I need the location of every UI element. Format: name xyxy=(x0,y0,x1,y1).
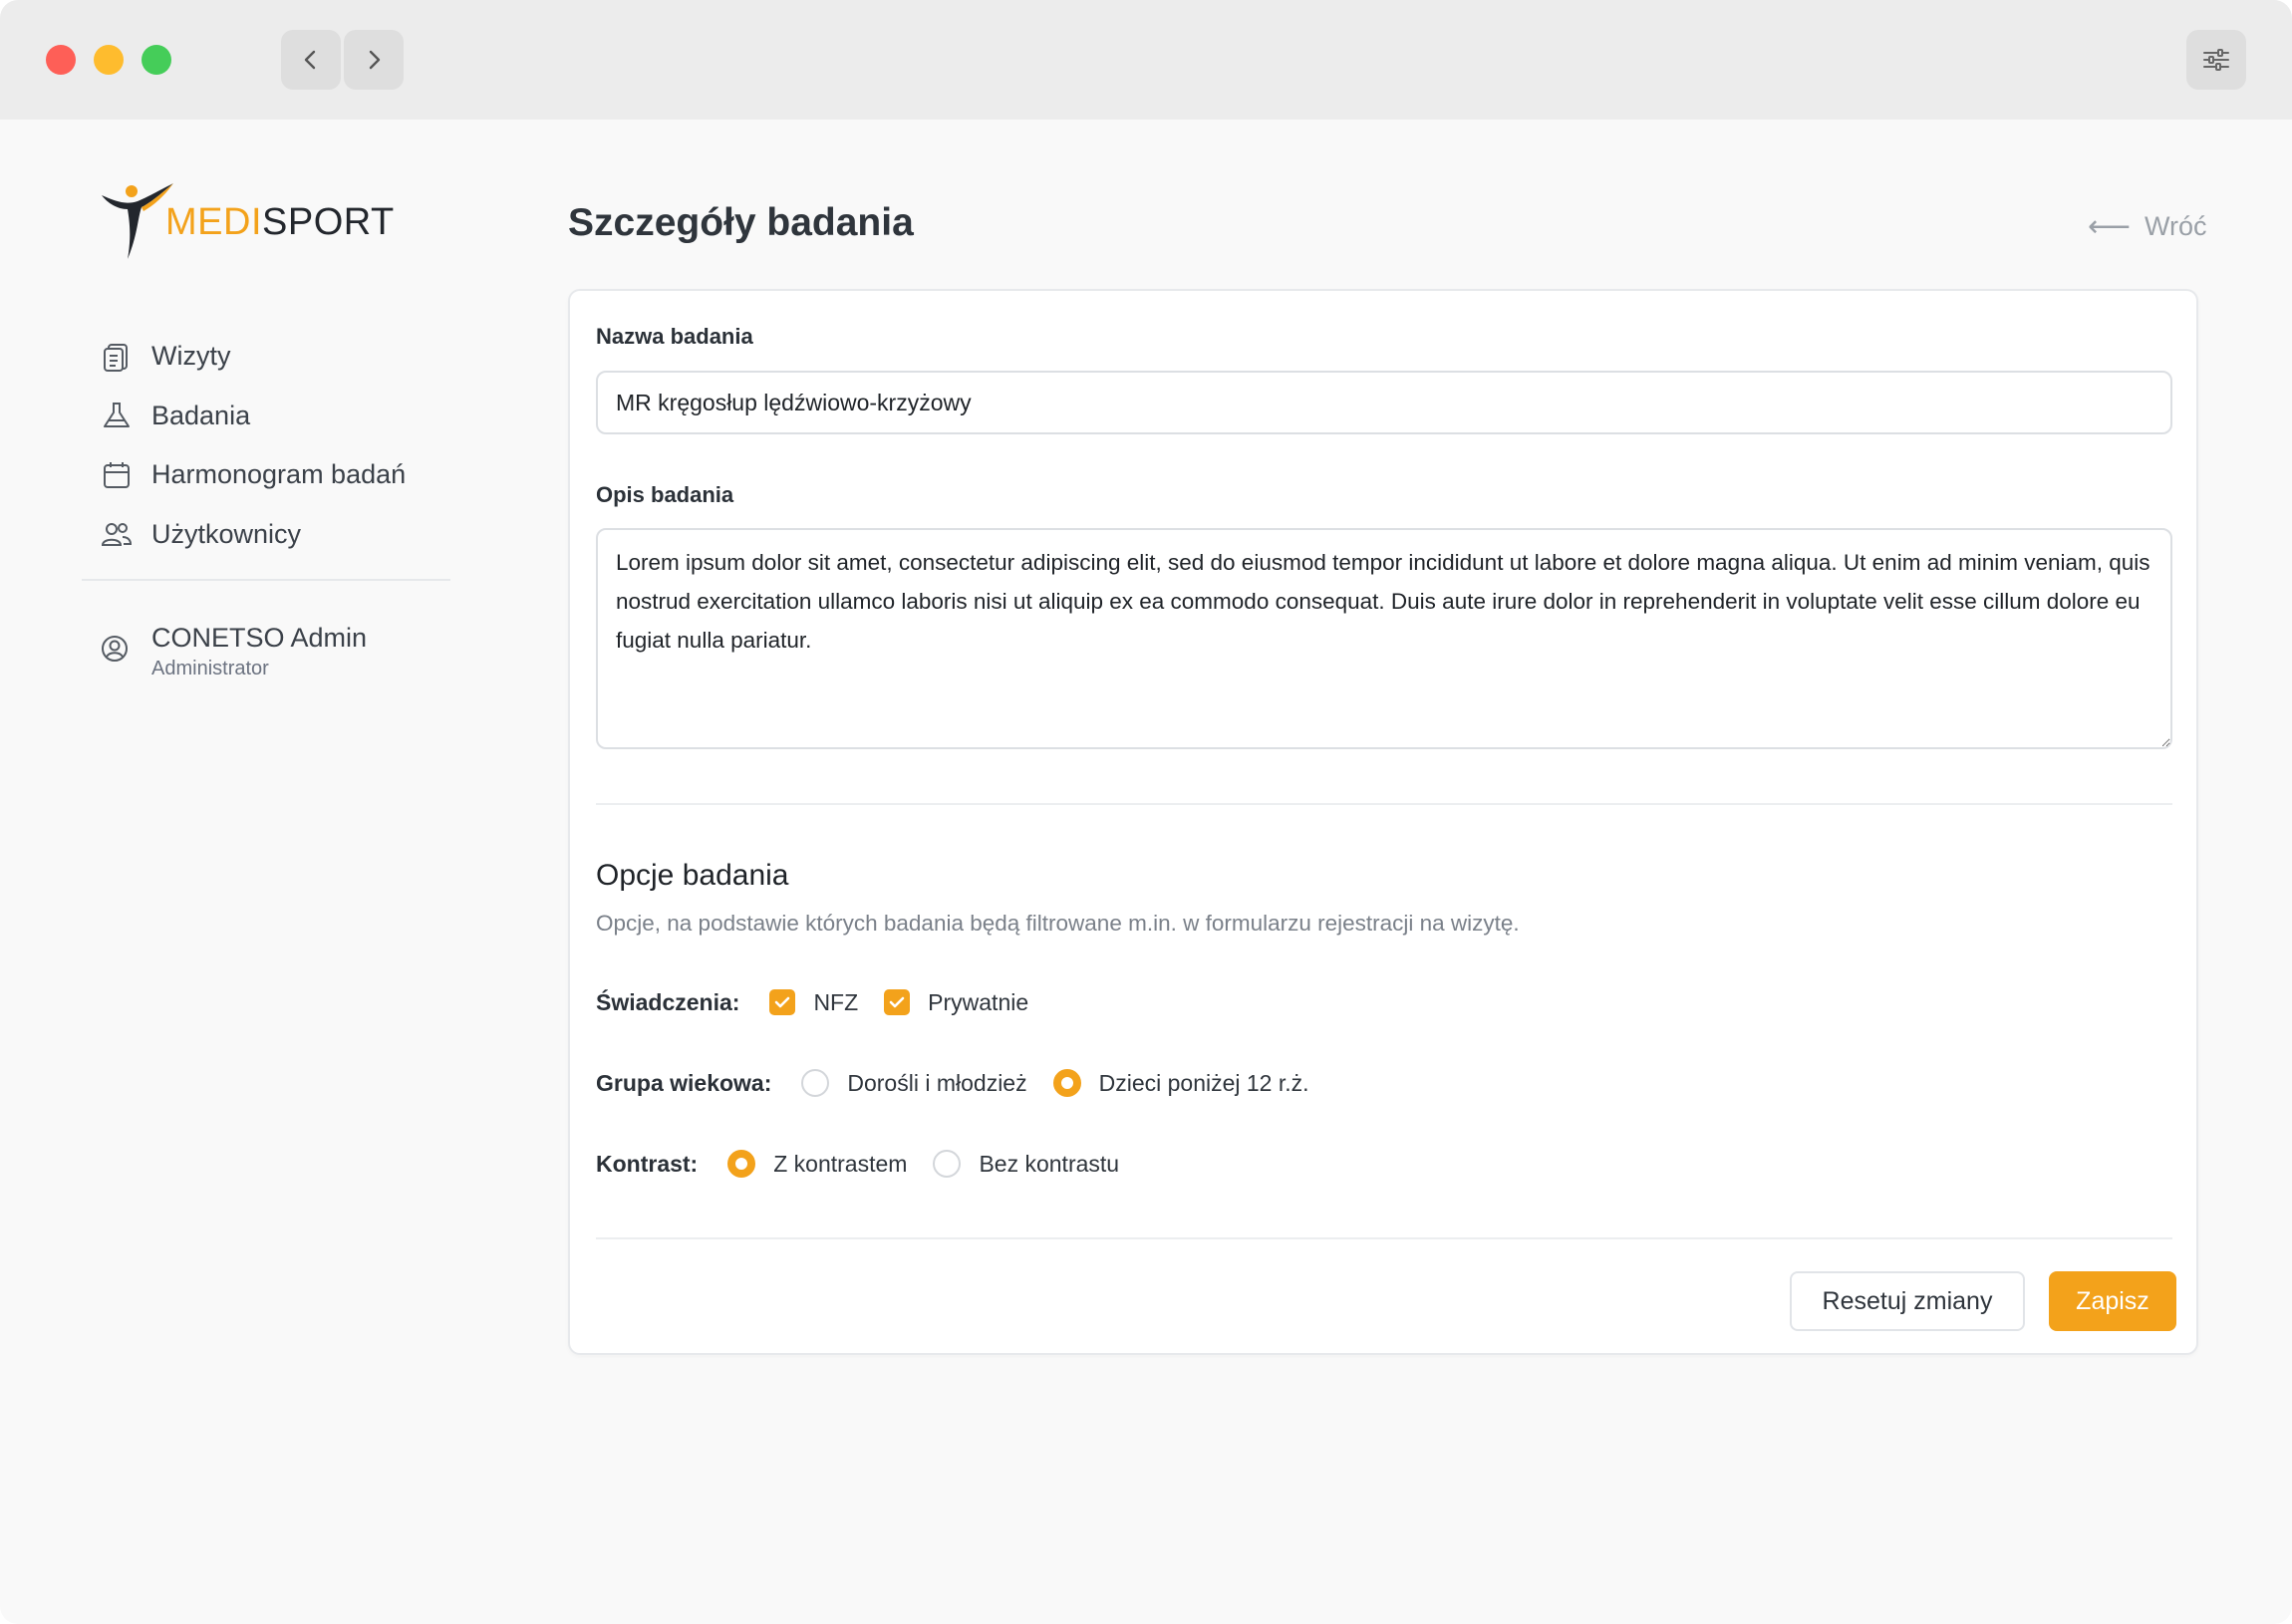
maximize-window-button[interactable] xyxy=(142,45,171,75)
contrast-with-radio[interactable]: Z kontrastem xyxy=(727,1150,907,1178)
benefit-private-label: Prywatnie xyxy=(928,988,1029,1015)
contrast-without-radio[interactable]: Bez kontrastu xyxy=(933,1150,1119,1178)
exam-name-input[interactable] xyxy=(596,371,2172,434)
close-window-button[interactable] xyxy=(46,45,76,75)
reset-changes-button[interactable]: Resetuj zmiany xyxy=(1790,1271,2025,1331)
calendar-icon xyxy=(100,458,134,492)
save-button[interactable]: Zapisz xyxy=(2049,1271,2176,1331)
age-group-row: Grupa wiekowa: Dorośli i młodzież Dzieci… xyxy=(596,1063,1335,1103)
minimize-window-button[interactable] xyxy=(94,45,124,75)
sidebar-item-badania[interactable]: Badania xyxy=(100,387,458,446)
sidebar-item-label: Badania xyxy=(151,400,251,430)
contrast-label: Kontrast: xyxy=(596,1150,699,1177)
options-section-description: Opcje, na podstawie których badania będą… xyxy=(596,911,1520,936)
checkbox-checked-icon xyxy=(884,989,911,1015)
radio-selected-icon xyxy=(1052,1069,1081,1097)
arrow-left-icon: ⟵ xyxy=(2088,210,2132,243)
options-section-title: Opcje badania xyxy=(596,859,789,892)
exam-description-textarea[interactable]: Lorem ipsum dolor sit amet, consectetur … xyxy=(596,528,2172,749)
sidebar-item-uzytkownicy[interactable]: Użytkownicy xyxy=(100,505,458,565)
benefit-private-checkbox[interactable]: Prywatnie xyxy=(884,989,1028,1016)
age-adults-label: Dorośli i młodzież xyxy=(847,1069,1027,1096)
benefit-nfz-checkbox[interactable]: NFZ xyxy=(769,989,858,1016)
age-group-label: Grupa wiekowa: xyxy=(596,1069,772,1096)
contrast-with-label: Z kontrastem xyxy=(773,1150,908,1177)
radio-selected-icon xyxy=(727,1150,756,1178)
chevron-right-icon xyxy=(369,50,381,70)
clipboard-icon xyxy=(100,340,134,374)
users-icon xyxy=(100,517,134,551)
contrast-without-label: Bez kontrastu xyxy=(979,1150,1120,1177)
brand-wordmark: MEDISPORT xyxy=(165,201,395,243)
sidebar-nav: Wizyty Badania Harmonogram badań Użytkow… xyxy=(100,327,458,564)
benefit-nfz-label: NFZ xyxy=(813,988,859,1015)
browser-forward-button[interactable] xyxy=(344,30,404,90)
sidebar-item-label: Wizyty xyxy=(151,341,231,372)
age-adults-radio[interactable]: Dorośli i młodzież xyxy=(801,1069,1027,1097)
sidebar-item-wizyty[interactable]: Wizyty xyxy=(100,327,458,387)
radio-unselected-icon xyxy=(801,1069,830,1097)
sidebar-item-label: Harmonogram badań xyxy=(151,459,407,490)
sidebar-item-label: Użytkownicy xyxy=(151,518,302,549)
title-bar xyxy=(0,0,2292,120)
sliders-icon xyxy=(2203,49,2229,71)
exam-name-label: Nazwa badania xyxy=(596,324,753,349)
chevron-left-icon xyxy=(304,50,316,70)
flask-icon xyxy=(100,399,134,432)
sidebar-divider xyxy=(82,579,450,581)
user-name: CONETSO Admin xyxy=(151,623,368,653)
section-divider xyxy=(596,803,2172,805)
exam-description-label: Opis badania xyxy=(596,482,734,507)
settings-sliders-button[interactable] xyxy=(2186,30,2246,90)
radio-unselected-icon xyxy=(933,1150,962,1178)
user-profile[interactable]: CONETSO Admin Administrator xyxy=(100,623,367,680)
age-children-radio[interactable]: Dzieci poniżej 12 r.ż. xyxy=(1052,1069,1309,1097)
benefits-row: Świadczenia: NFZ Prywatnie xyxy=(596,982,1054,1022)
back-link-label: Wróć xyxy=(2145,211,2207,241)
age-children-label: Dzieci poniżej 12 r.ż. xyxy=(1098,1069,1309,1096)
user-circle-icon xyxy=(100,634,134,668)
back-link[interactable]: ⟵ Wróć xyxy=(2088,209,2207,244)
footer-divider xyxy=(596,1237,2172,1239)
contrast-row: Kontrast: Z kontrastem Bez kontrastu xyxy=(596,1144,1145,1184)
brand-logo[interactable]: MEDISPORT xyxy=(98,179,394,261)
user-role: Administrator xyxy=(151,658,269,679)
browser-back-button[interactable] xyxy=(281,30,341,90)
benefits-label: Świadczenia: xyxy=(596,988,740,1015)
sidebar-item-harmonogram[interactable]: Harmonogram badań xyxy=(100,445,458,505)
app-window: MEDISPORT Wizyty Badania Harmonogram bad… xyxy=(0,0,2292,1624)
checkbox-checked-icon xyxy=(769,989,796,1015)
exam-details-card: Nazwa badania Opis badania Lorem ipsum d… xyxy=(568,289,2198,1355)
page-title: Szczegóły badania xyxy=(568,201,914,244)
